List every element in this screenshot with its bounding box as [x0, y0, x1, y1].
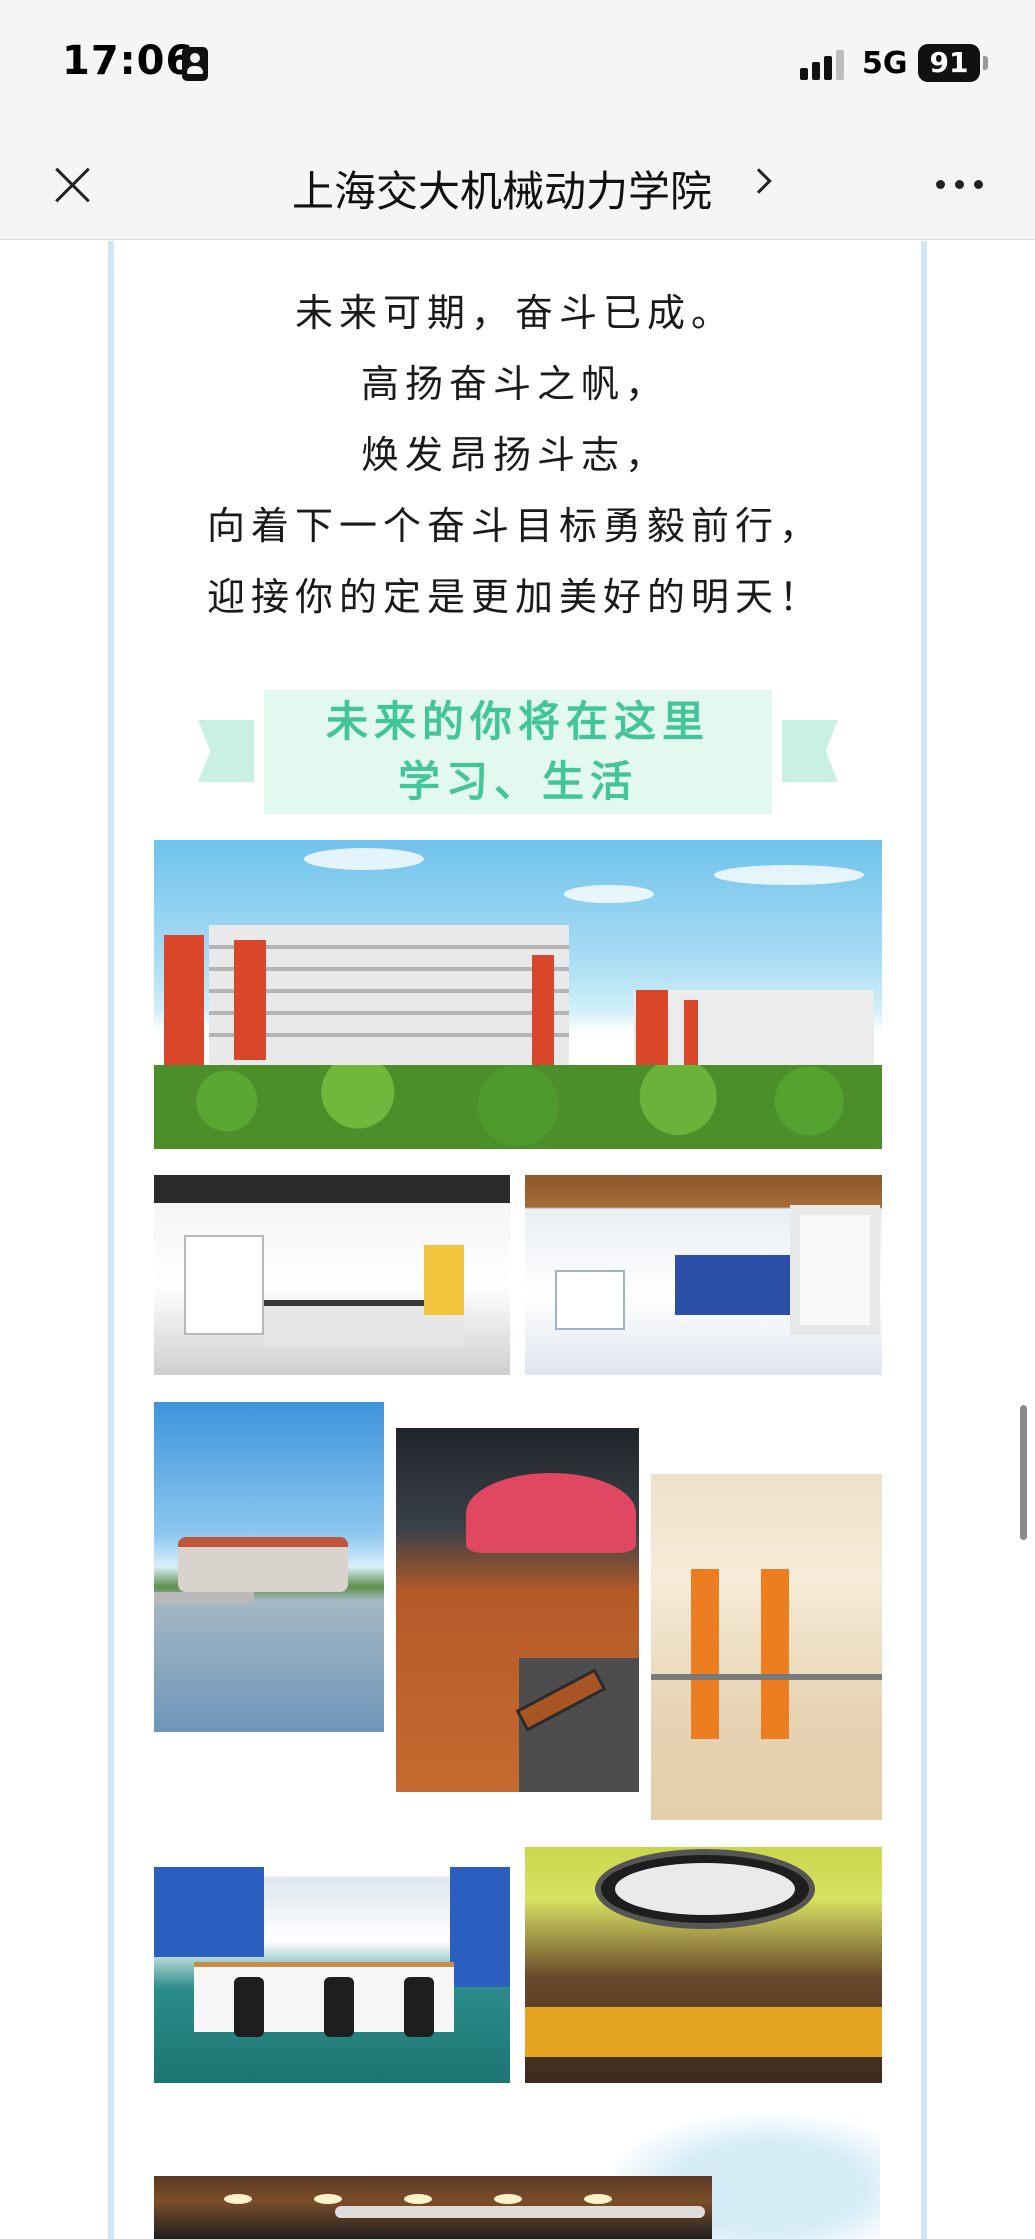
ceiling-light	[314, 2194, 342, 2204]
banner-title-line-1: 未来的你将在这里	[325, 697, 710, 746]
ceiling-light	[494, 2194, 522, 2204]
cafe-photo[interactable]	[525, 1847, 882, 2083]
terrace-photo[interactable]	[396, 1428, 639, 1792]
ceiling-light	[404, 2194, 432, 2204]
account-title-link[interactable]: 上海交大机械动力学院	[280, 152, 780, 216]
campus-building-photo[interactable]	[154, 840, 882, 1149]
building-red-tower	[532, 955, 554, 1065]
tree-line	[154, 1065, 882, 1149]
section-banner: 未来的你将在这里 学习、生活	[198, 690, 838, 814]
building-red-tower	[636, 990, 668, 1070]
chevron-right-icon	[746, 168, 772, 194]
contact-card-icon	[182, 47, 208, 81]
fume-hood	[184, 1235, 264, 1335]
cloud	[714, 865, 864, 885]
banner-title: 未来的你将在这里 学习、生活	[264, 690, 772, 814]
battery-tip	[983, 56, 988, 70]
nav-bar: 上海交大机械动力学院	[0, 130, 1035, 240]
orange-pillar	[691, 1569, 719, 1739]
poem-line: 向着下一个奋斗目标勇毅前行，	[206, 504, 823, 548]
home-indicator[interactable]	[335, 2206, 705, 2218]
battery-icon: 91	[918, 44, 980, 82]
building-red-tower	[164, 935, 204, 1065]
laboratory-photo[interactable]	[154, 1175, 510, 1375]
ceiling-light	[224, 2194, 252, 2204]
status-bar: 17:06 5G 91	[0, 0, 1035, 130]
display-board	[555, 1270, 625, 1330]
chair	[234, 1977, 264, 2037]
chair	[324, 1977, 354, 2037]
bridge	[154, 1592, 254, 1604]
building-red-tower	[684, 1000, 698, 1070]
frame-border-right	[921, 241, 927, 2239]
cloud	[564, 885, 654, 903]
poem-line: 未来可期，奋斗已成。	[294, 291, 735, 335]
poem-block: 未来可期，奋斗已成。 高扬奋斗之帆， 焕发昂扬斗志， 向着下一个奋斗目标勇毅前行…	[150, 278, 880, 633]
scrollbar[interactable]	[1020, 1405, 1027, 1540]
network-type: 5G	[862, 46, 908, 81]
banner-ribbon-right	[782, 720, 838, 782]
test-machine	[675, 1255, 795, 1315]
umbrella	[466, 1473, 636, 1553]
round-dormitory	[178, 1537, 348, 1592]
page-title: 上海交大机械动力学院	[292, 167, 713, 216]
poem-line: 焕发昂扬斗志，	[360, 433, 669, 477]
blue-wall	[154, 1867, 264, 1957]
signal-icon	[800, 48, 848, 80]
railing	[651, 1674, 882, 1680]
close-icon[interactable]	[52, 164, 92, 204]
cafe-counter	[525, 2007, 882, 2057]
frame-border-left	[108, 241, 114, 2239]
orange-pillar	[761, 1569, 789, 1739]
blue-wall	[450, 1867, 510, 1987]
banner-title-line-2: 学习、生活	[397, 757, 638, 806]
battery-level: 91	[929, 46, 969, 79]
ceiling-light	[584, 2194, 612, 2204]
dormitory-lake-photo[interactable]	[154, 1402, 384, 1732]
clock-ceiling	[595, 1849, 815, 1929]
building-secondary	[634, 990, 874, 1070]
building-red-tower	[234, 940, 266, 1060]
status-time: 17:06	[62, 38, 195, 84]
study-room-photo[interactable]	[154, 1847, 510, 2083]
atrium-photo[interactable]	[651, 1474, 882, 1820]
poem-line: 迎接你的定是更加美好的明天！	[206, 575, 823, 619]
steel-frame	[790, 1205, 880, 1335]
lab-ceiling	[154, 1175, 510, 1203]
more-icon[interactable]	[936, 178, 986, 192]
equipment-hall-photo[interactable]	[525, 1175, 882, 1375]
lab-cabinet	[424, 1245, 464, 1315]
poem-line: 高扬奋斗之帆，	[360, 362, 669, 406]
chair	[404, 1977, 434, 2037]
banner-ribbon-left	[198, 720, 254, 782]
cloud	[304, 848, 424, 870]
